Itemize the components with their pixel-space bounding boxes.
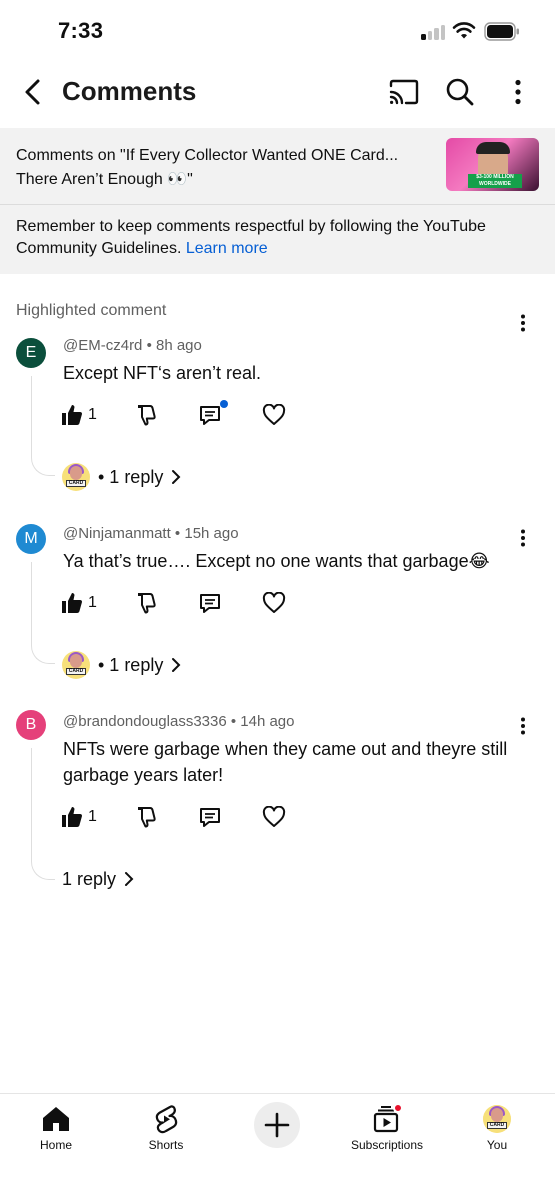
thread-line — [31, 376, 55, 476]
nav-you[interactable]: CARD You — [447, 1102, 547, 1152]
thread-line — [31, 748, 55, 880]
avatar[interactable]: E — [16, 338, 46, 368]
cast-button[interactable] — [386, 74, 422, 110]
comment-author-meta[interactable]: @brandondouglass3336 • 14h ago — [63, 713, 295, 730]
panel-divider — [0, 204, 555, 205]
status-bar: 7:33 — [0, 0, 555, 62]
heart-icon — [262, 806, 286, 827]
nav-home[interactable]: Home — [6, 1102, 106, 1152]
nav-home-label: Home — [39, 1138, 72, 1152]
comment-actions: 1 — [60, 802, 300, 832]
view-replies-button[interactable]: CARD • 1 reply — [62, 461, 181, 493]
heart-button[interactable] — [262, 588, 286, 618]
like-count: 1 — [88, 808, 97, 825]
home-icon — [43, 1107, 69, 1131]
wifi-icon — [452, 22, 476, 39]
video-title-info[interactable]: Comments on "If Every Collector Wanted O… — [16, 144, 426, 192]
thumb-up-icon — [62, 807, 82, 827]
avatar[interactable]: B — [16, 710, 46, 740]
shorts-icon — [155, 1105, 178, 1134]
thread-line — [31, 562, 55, 664]
thumb-down-icon — [138, 593, 156, 614]
comment-more-button[interactable] — [510, 523, 536, 553]
more-vert-icon — [521, 717, 525, 735]
status-time: 7:33 — [58, 18, 104, 43]
dislike-button[interactable] — [134, 400, 158, 430]
more-vert-icon — [515, 79, 521, 105]
reply-comment-icon — [200, 594, 220, 613]
reply-count: 1 reply — [62, 868, 117, 889]
view-replies-button[interactable]: CARD • 1 reply — [62, 649, 181, 681]
comment-actions: 1 — [60, 400, 300, 430]
reply-button[interactable] — [198, 400, 228, 430]
reply-button[interactable] — [198, 588, 222, 618]
like-button[interactable]: 1 — [60, 802, 97, 832]
view-replies-button[interactable]: 1 reply — [62, 863, 134, 895]
thumb-down-icon — [138, 405, 156, 426]
heart-button[interactable] — [262, 802, 286, 832]
comment-more-button[interactable] — [510, 711, 536, 741]
comment-author-meta[interactable]: @EM-cz4rd • 8h ago — [63, 337, 202, 354]
comment-text: NFTs were garbage when they came out and… — [63, 739, 508, 785]
heart-icon — [262, 592, 286, 613]
chevron-right-icon — [125, 872, 134, 886]
community-guidelines-notice: Remember to keep comments respectful by … — [16, 216, 536, 260]
heart-button[interactable] — [262, 400, 286, 430]
cellular-signal-icon — [421, 24, 447, 40]
video-info-panel: Comments on "If Every Collector Wanted O… — [0, 128, 555, 274]
like-button[interactable]: 1 — [60, 588, 97, 618]
plus-icon — [264, 1112, 290, 1138]
dislike-button[interactable] — [134, 588, 158, 618]
avatar[interactable]: M — [16, 524, 46, 554]
reply-count: • 1 reply — [98, 654, 164, 675]
more-vert-icon — [521, 314, 525, 332]
bottom-navigation: Home Shorts Subscriptions CARD You — [0, 1093, 555, 1200]
thumb-down-icon — [138, 807, 156, 828]
reply-count: • 1 reply — [98, 466, 164, 487]
thumb-up-icon — [62, 405, 82, 425]
avatar: CARD — [483, 1105, 511, 1133]
video-thumbnail[interactable]: $3-100 MILLION WORLDWIDE — [446, 138, 539, 191]
app-header: Comments — [0, 62, 555, 128]
comment-text: Ya that’s true…. Except no one wants tha… — [63, 551, 490, 571]
nav-shorts[interactable]: Shorts — [116, 1102, 216, 1152]
like-button[interactable]: 1 — [60, 400, 97, 430]
reply-avatar: CARD — [62, 651, 90, 679]
nav-shorts-label: Shorts — [148, 1138, 184, 1152]
thumbnail-caption: $3-100 MILLION WORLDWIDE — [468, 174, 522, 188]
chevron-right-icon — [172, 658, 181, 672]
dislike-button[interactable] — [134, 802, 158, 832]
reply-avatar: CARD — [62, 463, 90, 491]
back-arrow-icon — [25, 79, 40, 105]
thumb-up-icon — [62, 593, 82, 613]
search-icon — [446, 78, 474, 106]
search-button[interactable] — [442, 74, 478, 110]
nav-subscriptions[interactable]: Subscriptions — [337, 1102, 437, 1152]
nav-you-label: You — [486, 1138, 508, 1152]
page-title: Comments — [62, 76, 197, 106]
reply-comment-icon — [200, 808, 220, 827]
reply-button[interactable] — [198, 802, 222, 832]
more-vert-icon — [521, 529, 525, 547]
comment-author-meta[interactable]: @Ninjamanmatt • 15h ago — [63, 525, 239, 542]
comment-actions: 1 — [60, 588, 300, 618]
more-options-button[interactable] — [500, 74, 536, 110]
heart-icon — [262, 404, 286, 425]
comment-more-button[interactable] — [510, 308, 536, 338]
like-count: 1 — [88, 594, 97, 611]
like-count: 1 — [88, 406, 97, 423]
notification-dot — [220, 400, 228, 408]
chevron-right-icon — [172, 470, 181, 484]
cast-icon — [389, 79, 419, 105]
battery-icon — [484, 22, 519, 41]
reply-comment-icon — [200, 406, 220, 425]
highlighted-comment-label: Highlighted comment — [16, 302, 167, 319]
notification-dot — [393, 1103, 403, 1113]
nav-subscriptions-label: Subscriptions — [350, 1138, 424, 1152]
create-button[interactable] — [254, 1102, 300, 1148]
back-button[interactable] — [14, 74, 50, 110]
comment-text: Except NFT‘s aren’t real. — [63, 363, 262, 383]
learn-more-link[interactable]: Learn more — [186, 240, 268, 257]
